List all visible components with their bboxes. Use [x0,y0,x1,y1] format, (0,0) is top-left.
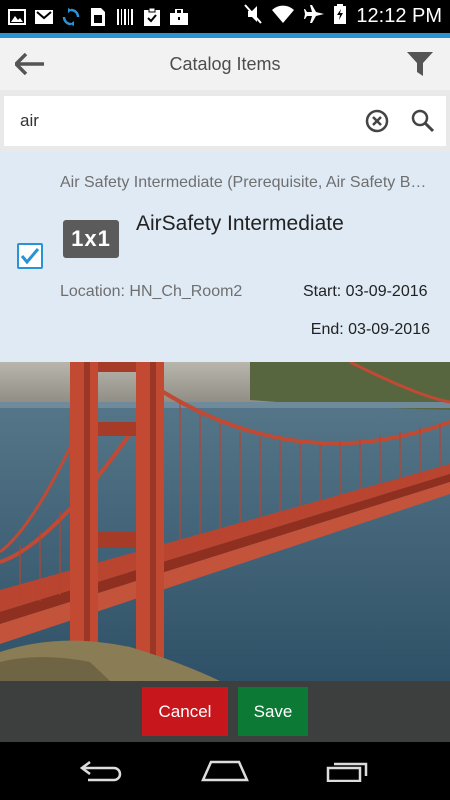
system-nav-bar [0,742,450,800]
mute-icon [244,4,263,29]
nav-home-button[interactable] [195,751,255,791]
barcode-icon [116,8,134,26]
search-icon [411,109,435,133]
checkmark-icon [20,248,40,265]
nav-recents-button[interactable] [318,751,378,791]
airplane-icon [304,4,325,29]
nav-home-icon [201,760,249,782]
sim-icon [89,7,107,26]
clear-circle-icon [365,109,389,133]
gmail-icon [35,8,53,26]
nav-back-icon [79,761,121,782]
status-bar: 12:12 PM [0,0,450,33]
briefcase-icon [170,8,188,26]
image-icon [8,8,26,26]
system-icons: 12:12 PM [244,4,442,29]
item-subtitle: Air Safety Intermediate (Prerequisite, A… [60,174,432,191]
page-title: Catalog Items [169,53,281,74]
item-end-date: End: 03-09-2016 [310,321,430,338]
app-header: Catalog Items [0,38,450,90]
nav-back-button[interactable] [72,751,132,791]
background-photo [0,362,450,681]
battery-icon [334,4,347,29]
catalog-item[interactable]: Air Safety Intermediate (Prerequisite, A… [0,152,450,362]
nav-recents-icon [327,762,368,782]
item-start-date: Start: 03-09-2016 [303,283,428,300]
filter-button[interactable] [390,38,450,90]
clipboard-check-icon [143,7,161,26]
save-button[interactable]: Save [238,687,308,736]
wifi-icon [272,5,295,28]
arrow-left-icon [15,53,44,75]
item-location: Location: HN_Ch_Room2 [60,283,243,300]
notification-icons [8,7,188,26]
back-button[interactable] [0,38,60,90]
sync-icon [62,7,80,26]
search-input[interactable] [20,111,354,131]
cancel-button[interactable]: Cancel [142,687,228,736]
search-bar [0,90,450,152]
clear-search-button[interactable] [354,96,400,146]
item-checkbox[interactable] [17,243,43,269]
filter-icon [407,52,433,76]
search-button[interactable] [400,96,446,146]
search-box [4,96,446,146]
session-type-badge: 1x1 [63,220,119,258]
item-title: AirSafety Intermediate [136,212,344,235]
status-time: 12:12 PM [356,5,442,27]
action-bar: Cancel Save [0,681,450,742]
